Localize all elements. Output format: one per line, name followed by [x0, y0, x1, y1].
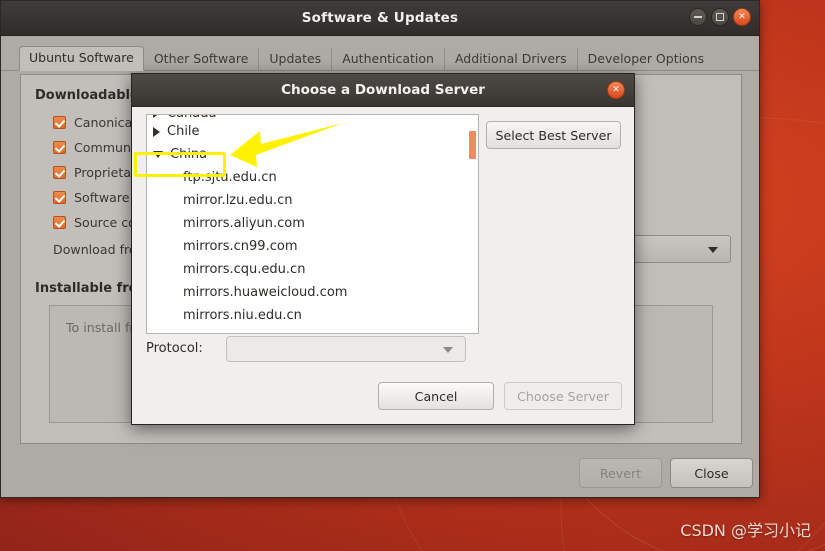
watermark: CSDN @学习小记 — [680, 521, 811, 540]
list-item-mirror[interactable]: mirrors.cqu.edu.cn — [147, 258, 478, 281]
tab-developer-options[interactable]: Developer Options — [578, 48, 715, 72]
checkbox-icon[interactable] — [53, 166, 66, 179]
list-item-label: China — [170, 147, 208, 162]
list-item-country-china[interactable]: China — [147, 143, 478, 166]
chevron-right-icon[interactable] — [153, 126, 160, 137]
chevron-down-icon — [443, 347, 453, 353]
choose-download-server-dialog: Choose a Download Server ✕ Canada Chile … — [131, 73, 635, 425]
select-best-server-button[interactable]: Select Best Server — [486, 121, 621, 149]
list-item-mirror[interactable]: ftp.sjtu.edu.cn — [147, 166, 478, 189]
close-icon: ✕ — [612, 84, 620, 95]
tab-authentication[interactable]: Authentication — [332, 47, 445, 71]
maximize-button[interactable] — [711, 8, 729, 26]
dialog-titlebar: Choose a Download Server ✕ — [132, 74, 634, 107]
close-button[interactable]: Close — [670, 458, 753, 488]
dialog-title: Choose a Download Server — [281, 82, 485, 98]
chevron-down-icon[interactable] — [153, 151, 163, 158]
list-item-mirror[interactable]: mirrors.huaweicloud.com — [147, 281, 478, 304]
list-item-mirror[interactable]: mirrors.aliyun.com — [147, 212, 478, 235]
desktop: Software & Updates ✕ Ubuntu Software Oth… — [0, 0, 825, 551]
checkbox-icon[interactable] — [53, 141, 66, 154]
checkbox-icon[interactable] — [53, 116, 66, 129]
dialog-close-button[interactable]: ✕ — [607, 81, 625, 99]
list-item-country[interactable]: Chile — [147, 120, 478, 143]
list-item-mirror[interactable]: mirrors.niu.edu.cn — [147, 304, 478, 327]
list-item-label: Canada — [167, 115, 216, 121]
tab-updates[interactable]: Updates — [259, 47, 333, 71]
tab-bar: Ubuntu Software Other Software Updates A… — [1, 36, 759, 71]
window-controls: ✕ — [689, 8, 751, 26]
cancel-button[interactable]: Cancel — [378, 382, 494, 410]
list-item-mirror[interactable]: mirror.lzu.edu.cn — [147, 189, 478, 212]
server-list[interactable]: Canada Chile China ftp.sjtu.edu.cn mirro… — [146, 114, 479, 334]
checkbox-icon[interactable] — [53, 191, 66, 204]
chevron-right-icon[interactable] — [153, 115, 160, 118]
list-item-mirror[interactable]: mirrors.cn99.com — [147, 235, 478, 258]
close-window-button[interactable]: ✕ — [733, 8, 751, 26]
main-titlebar: Software & Updates ✕ — [1, 1, 759, 36]
checkbox-icon[interactable] — [53, 216, 66, 229]
minimize-button[interactable] — [689, 8, 707, 26]
list-item-label: Chile — [167, 124, 200, 139]
tab-additional-drivers[interactable]: Additional Drivers — [445, 47, 578, 71]
protocol-label: Protocol: — [146, 341, 203, 356]
tab-other-software[interactable]: Other Software — [144, 47, 260, 71]
page-title: Software & Updates — [301, 10, 459, 26]
list-scrollbar[interactable] — [469, 117, 476, 333]
chevron-down-icon — [708, 247, 718, 253]
minimize-icon — [690, 9, 706, 25]
scrollbar-thumb[interactable] — [469, 131, 476, 159]
tab-ubuntu-software[interactable]: Ubuntu Software — [19, 45, 144, 71]
revert-button[interactable]: Revert — [579, 458, 662, 488]
protocol-combobox[interactable] — [226, 336, 466, 362]
maximize-icon — [712, 9, 728, 25]
choose-server-button: Choose Server — [504, 382, 622, 410]
close-icon: ✕ — [738, 11, 746, 22]
